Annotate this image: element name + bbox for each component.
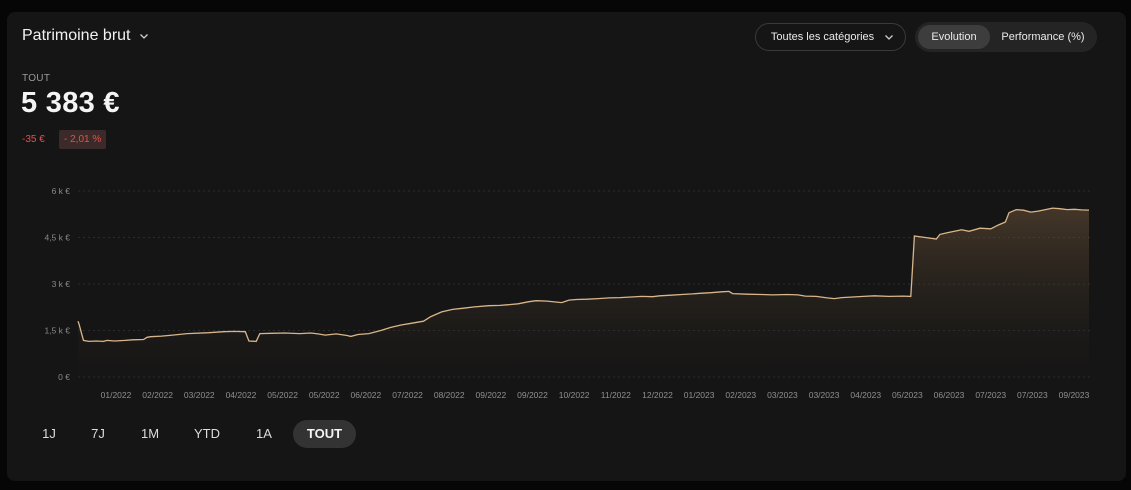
x-tick-label: 07/2023 xyxy=(1017,390,1048,400)
x-tick-label: 01/2022 xyxy=(101,390,132,400)
period-ytd[interactable]: YTD xyxy=(188,420,226,448)
x-tick-label: 12/2022 xyxy=(642,390,673,400)
x-tick-label: 04/2023 xyxy=(850,390,881,400)
x-tick-label: 06/2023 xyxy=(934,390,965,400)
y-tick-label: 3 k € xyxy=(52,279,71,289)
period-7j[interactable]: 7J xyxy=(83,420,113,448)
x-tick-label: 02/2022 xyxy=(142,390,173,400)
x-tick-label: 07/2023 xyxy=(975,390,1006,400)
period-1a[interactable]: 1A xyxy=(249,420,279,448)
x-tick-label: 11/2022 xyxy=(601,390,631,400)
x-tick-label: 09/2022 xyxy=(517,390,548,400)
y-tick-label: 4,5 k € xyxy=(44,233,70,243)
x-tick-label: 04/2022 xyxy=(226,390,257,400)
period-1j[interactable]: 1J xyxy=(34,420,64,448)
x-tick-label: 07/2022 xyxy=(392,390,423,400)
x-tick-label: 09/2022 xyxy=(476,390,507,400)
y-tick-label: 6 k € xyxy=(52,186,71,196)
x-axis: 01/2022 02/2022 03/2022 04/2022 05/2022 05/20… xyxy=(101,390,1090,400)
x-tick-label: 08/2022 xyxy=(434,390,465,400)
y-axis: 0 € 1,5 k € 3 k € 4,5 k € 6 k € xyxy=(44,186,70,382)
period-1m[interactable]: 1M xyxy=(134,420,166,448)
period-tout[interactable]: TOUT xyxy=(293,420,356,448)
x-tick-label: 05/2022 xyxy=(267,390,298,400)
x-tick-label: 02/2023 xyxy=(725,390,756,400)
series-area xyxy=(78,208,1089,377)
x-tick-label: 05/2023 xyxy=(892,390,923,400)
x-tick-label: 06/2022 xyxy=(351,390,382,400)
period-selector: 1J 7J 1M YTD 1A TOUT xyxy=(0,420,400,450)
x-tick-label: 03/2023 xyxy=(809,390,840,400)
x-tick-label: 03/2022 xyxy=(184,390,215,400)
x-tick-label: 03/2023 xyxy=(767,390,798,400)
y-tick-label: 1,5 k € xyxy=(44,326,70,336)
evolution-chart: 0 € 1,5 k € 3 k € 4,5 k € 6 k € 01/2022 02/20… xyxy=(44,186,1092,400)
x-tick-label: 01/2023 xyxy=(684,390,715,400)
x-tick-label: 09/2023 xyxy=(1059,390,1090,400)
y-tick-label: 0 € xyxy=(58,372,70,382)
x-tick-label: 05/2022 xyxy=(309,390,340,400)
x-tick-label: 10/2022 xyxy=(559,390,590,400)
